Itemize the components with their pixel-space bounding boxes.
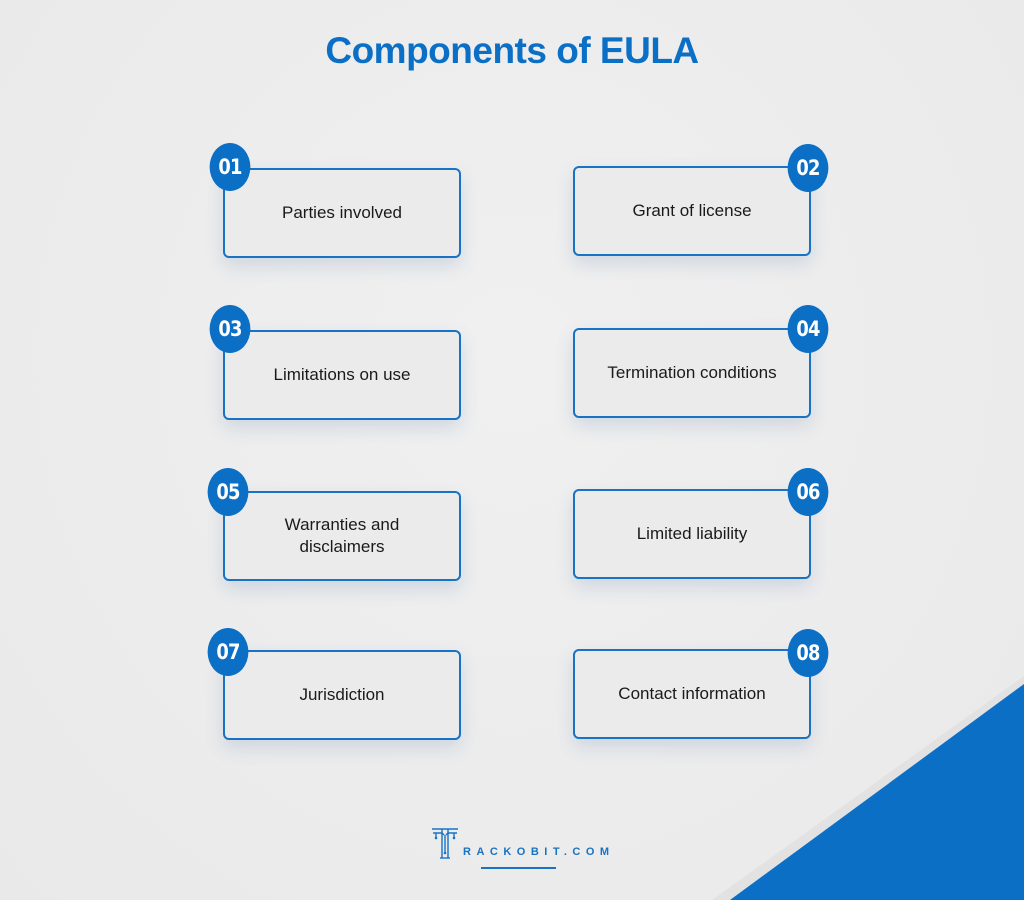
number-badge-08: 08 <box>787 629 829 677</box>
number-badge-03: 03 <box>209 305 251 353</box>
number-badge-05: 05 <box>207 468 249 516</box>
number-badge-04: 04 <box>787 305 829 353</box>
number-badge-06: 06 <box>787 468 829 516</box>
trackobit-logo: RACKOBIT.COM <box>430 826 615 860</box>
component-label: Warranties and disclaimers <box>284 515 400 556</box>
component-label: Grant of license <box>632 201 752 220</box>
component-label: Termination conditions <box>607 363 777 382</box>
component-card-06: Limited liability <box>573 489 811 579</box>
blue-corner-triangle <box>712 676 1024 900</box>
component-card-03: Limitations on use <box>223 330 461 420</box>
page-title: Components of EULA <box>325 30 699 71</box>
logo-underline <box>481 867 556 869</box>
number-badge-02: 02 <box>787 144 829 192</box>
component-label: Limitations on use <box>273 365 411 384</box>
component-card-05: Warranties and disclaimers <box>223 491 461 581</box>
trackobit-t-circuit-icon <box>432 828 458 859</box>
logo-text: RACKOBIT.COM <box>463 846 615 858</box>
component-card-07: Jurisdiction <box>223 650 461 740</box>
component-card-02: Grant of license <box>573 166 811 256</box>
number-badge-07: 07 <box>207 628 249 676</box>
number-badge-01: 01 <box>209 143 251 191</box>
component-label: Jurisdiction <box>299 685 385 704</box>
component-card-08: Contact information <box>573 649 811 739</box>
component-label: Contact information <box>618 684 766 703</box>
component-label: Limited liability <box>636 524 748 543</box>
component-card-01: Parties involved <box>223 168 461 258</box>
component-label: Parties involved <box>281 203 402 222</box>
component-card-04: Termination conditions <box>573 328 811 418</box>
